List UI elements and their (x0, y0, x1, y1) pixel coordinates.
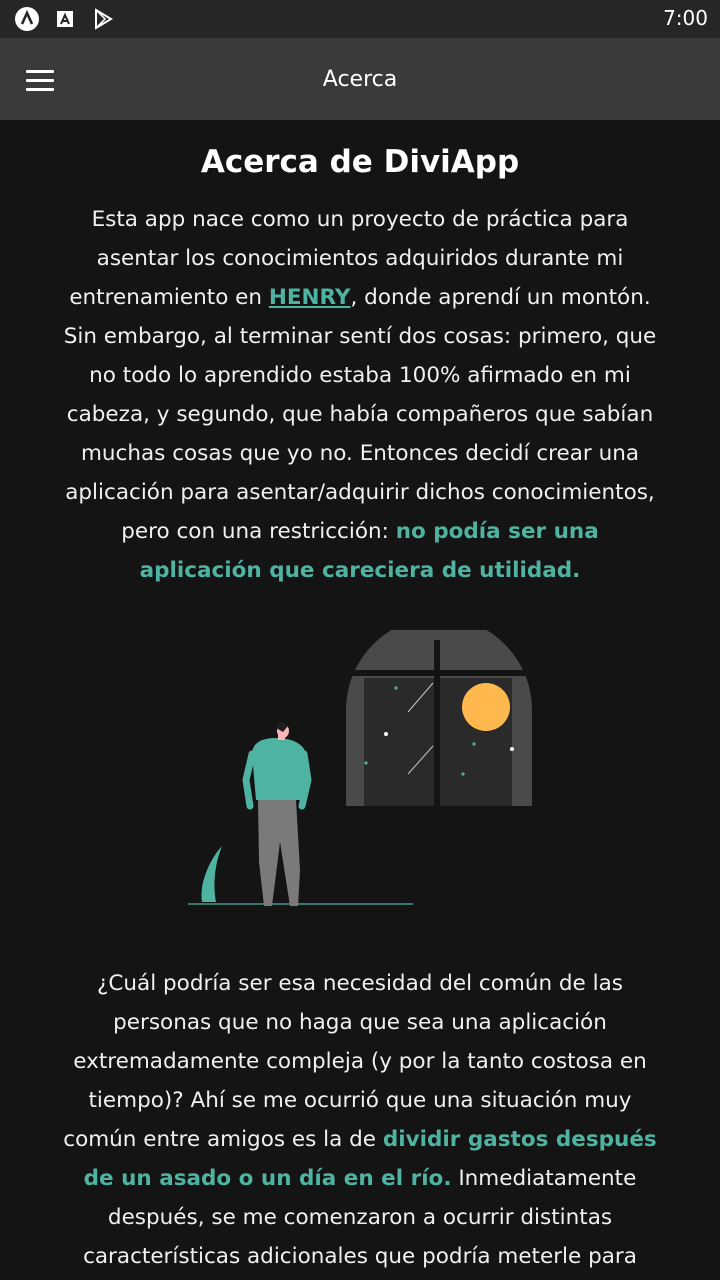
window-night-illustration (188, 630, 532, 906)
hamburger-menu-icon[interactable] (14, 54, 66, 106)
intro-text-2: , donde aprendí un montón. Sin embargo, … (63, 285, 657, 544)
status-time: 7:00 (663, 6, 708, 30)
need-paragraph: ¿Cuál podría ser esa necesidad del común… (60, 964, 660, 1276)
app-bar-title: Acerca (322, 66, 398, 92)
page-heading: Acerca de DiviApp (200, 144, 520, 180)
play-store-icon (90, 6, 116, 32)
app-store-icon (52, 6, 78, 32)
about-content: Acerca de DiviApp Esta app nace como un … (60, 120, 660, 590)
app-bar: Acerca (0, 38, 720, 120)
intro-paragraph: Esta app nace como un proyecto de prácti… (60, 200, 660, 590)
app-a-icon (14, 6, 40, 32)
henry-link[interactable]: HENRY (269, 285, 351, 310)
status-bar: 7:00 (0, 0, 720, 38)
need-text-1: ¿Cuál podría ser esa necesidad del común… (63, 971, 647, 1152)
need-paragraph-block: ¿Cuál podría ser esa necesidad del común… (60, 964, 660, 1276)
